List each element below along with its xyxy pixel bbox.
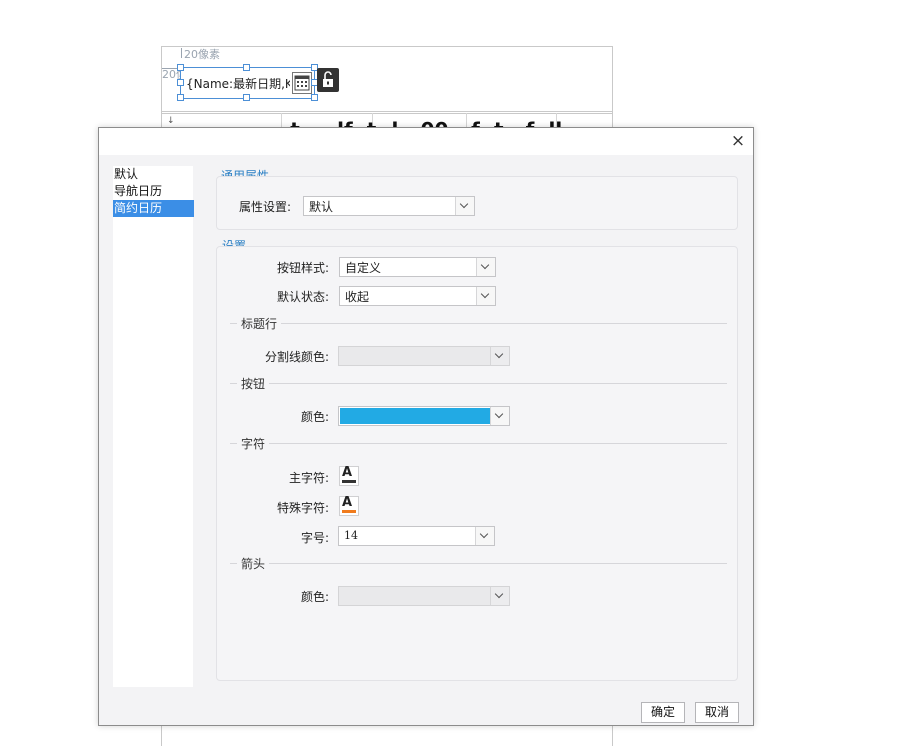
style-list-item-navigation[interactable]: 导航日历 — [113, 183, 193, 200]
font-color-icon: A — [342, 465, 353, 480]
resize-handle[interactable] — [177, 79, 184, 86]
default-state-label: 默认状态: — [276, 290, 329, 304]
main-char-font-button[interactable]: A — [339, 465, 359, 486]
resize-handle[interactable] — [311, 94, 318, 101]
row-marker-icon: ↓ — [167, 116, 175, 126]
chevron-down-icon — [490, 347, 509, 365]
style-list-item-simple[interactable]: 简约日历 — [113, 200, 194, 217]
special-char-color-bar — [342, 510, 356, 513]
resize-handle[interactable] — [243, 64, 250, 71]
title-row-heading: 标题行 — [237, 315, 282, 332]
char-divider — [230, 443, 727, 444]
style-list: 默认 导航日历 简约日历 — [113, 166, 194, 687]
resize-handle[interactable] — [177, 94, 184, 101]
special-char-label: 特殊字符: — [276, 501, 329, 515]
canvas-row-border — [161, 113, 612, 114]
button-color-swatch — [340, 408, 490, 424]
chevron-down-icon — [476, 258, 495, 276]
main-char-color-bar — [342, 480, 356, 483]
font-size-label: 字号: — [300, 531, 329, 545]
close-icon[interactable]: × — [729, 132, 747, 150]
pixel-label-top: 20像素 — [184, 48, 220, 61]
button-color-label: 颜色: — [300, 410, 329, 424]
special-char-font-button[interactable]: A — [339, 495, 359, 516]
chevron-down-icon — [475, 527, 494, 545]
arrow-divider — [230, 563, 727, 564]
style-list-item-default[interactable]: 默认 — [113, 166, 193, 183]
calendar-icon[interactable] — [292, 72, 312, 94]
resize-handle[interactable] — [177, 64, 184, 71]
char-heading: 字符 — [237, 435, 270, 452]
canvas-top-border — [161, 46, 612, 47]
font-color-icon: A — [342, 495, 353, 510]
divider-color-select[interactable] — [338, 346, 510, 366]
property-setting-label: 属性设置: — [238, 200, 291, 214]
font-size-select[interactable]: 14 — [338, 526, 495, 546]
chevron-down-icon — [490, 407, 509, 425]
canvas-row-border — [161, 111, 612, 112]
button-divider — [230, 383, 727, 384]
title-row-divider — [230, 323, 727, 324]
calendar-style-dialog: × 默认 导航日历 简约日历 通用属性 属性设置: 默认 设置 按钮样式: 自定… — [98, 127, 754, 726]
property-setting-select[interactable]: 默认 — [303, 196, 475, 216]
ok-button[interactable]: 确定 — [641, 702, 685, 723]
arrow-heading: 箭头 — [237, 555, 270, 572]
general-group — [216, 176, 738, 230]
arrow-color-label: 颜色: — [300, 590, 329, 604]
button-heading: 按钮 — [237, 375, 270, 392]
unlock-icon[interactable] — [317, 68, 339, 92]
button-style-label: 按钮样式: — [276, 261, 329, 275]
settings-group — [216, 246, 738, 681]
chevron-down-icon — [455, 197, 474, 215]
button-style-value: 自定义 — [345, 261, 382, 275]
arrow-color-select[interactable] — [338, 586, 510, 606]
dialog-titlebar: × — [99, 128, 753, 155]
default-state-select[interactable]: 收起 — [339, 286, 496, 306]
chevron-down-icon — [490, 587, 509, 605]
font-size-value: 14 — [344, 529, 358, 542]
property-setting-value: 默认 — [309, 200, 334, 214]
date-widget-text: {Name:最新日期,K — [186, 77, 290, 91]
main-char-label: 主字符: — [288, 471, 329, 485]
cancel-button[interactable]: 取消 — [695, 702, 739, 723]
button-style-select[interactable]: 自定义 — [339, 257, 496, 277]
button-color-select[interactable] — [338, 406, 510, 426]
divider-color-label: 分割线颜色: — [264, 350, 329, 364]
resize-handle[interactable] — [243, 94, 250, 101]
pixel-ruler-tick — [181, 48, 182, 58]
chevron-down-icon — [476, 287, 495, 305]
default-state-value: 收起 — [345, 290, 370, 304]
